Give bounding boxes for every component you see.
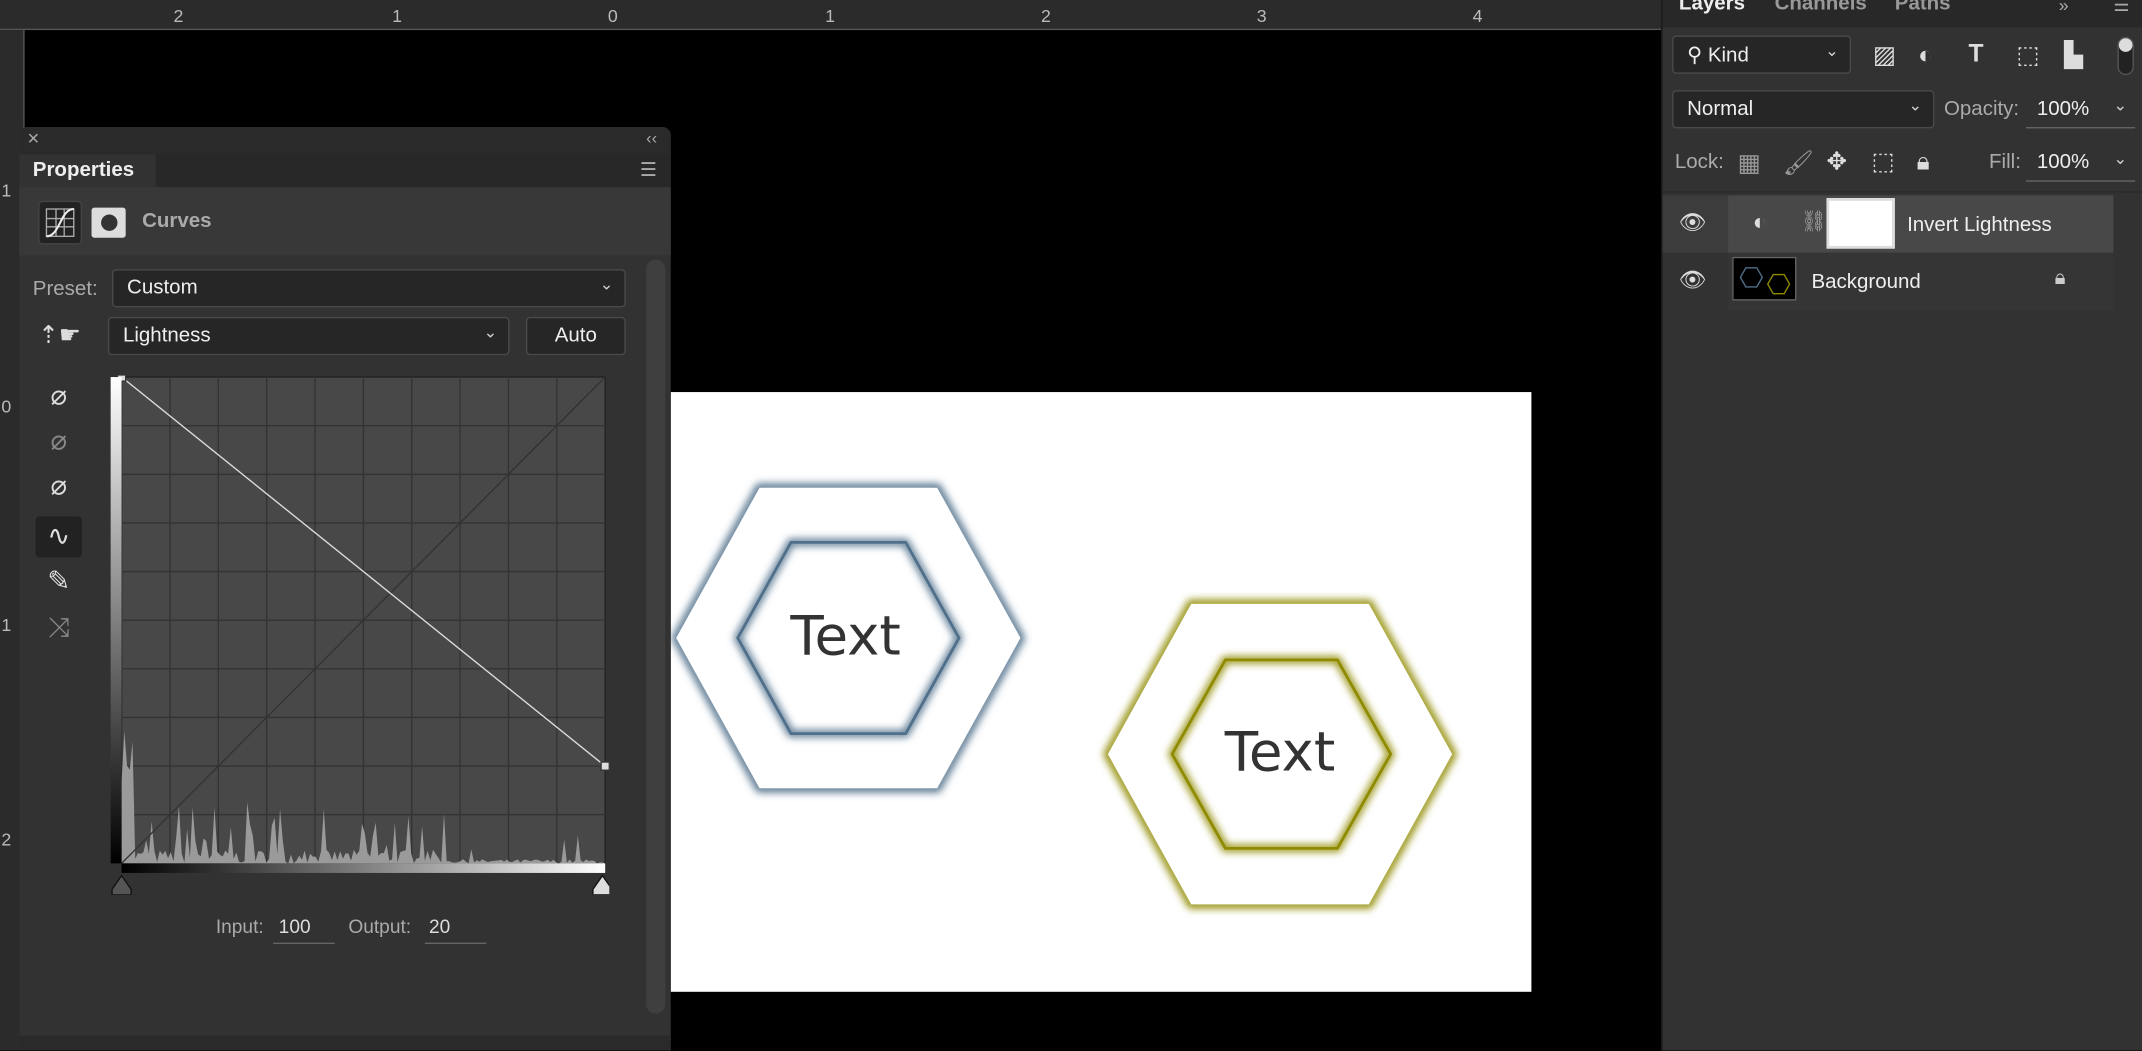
curves-graph[interactable]	[109, 375, 610, 895]
hexagon-blue: Text	[671, 483, 1026, 793]
expand-icon[interactable]: »	[2059, 0, 2069, 15]
properties-panel: × ‹‹ Properties ☰ Curves Preset: Custom ⌄…	[19, 127, 671, 1051]
tab-layers[interactable]: Layers	[1679, 0, 1745, 15]
chevron-down-icon: ⌄	[1908, 95, 1923, 115]
layer-thumbnail	[1732, 256, 1797, 301]
blend-mode-dropdown[interactable]: Normal ⌄	[1672, 90, 1935, 129]
ruler-label: 2	[173, 5, 184, 26]
filter-kind-dropdown[interactable]: ⚲ Kind ⌄	[1672, 35, 1852, 74]
shape-filter-icon[interactable]: ⬚	[2016, 41, 2039, 70]
output-field[interactable]: 20	[429, 915, 450, 937]
preset-label: Preset:	[32, 277, 98, 301]
adjustment-name: Curves	[142, 209, 212, 233]
ruler-label: 1	[1, 180, 12, 201]
eye-icon[interactable]: 👁︎	[1679, 209, 1707, 236]
fill-field[interactable]: 100%	[2037, 150, 2089, 173]
shape-text: Text	[789, 603, 900, 667]
lock-image-icon[interactable]: 🖌	[1783, 149, 1814, 178]
type-filter-icon[interactable]: T	[1969, 40, 1984, 69]
collapse-icon[interactable]: ‹‹	[646, 128, 657, 147]
link-icon[interactable]: ⛓	[1801, 209, 1827, 233]
ruler-top[interactable]: 2 1 0 1 2 3 4	[0, 0, 1662, 31]
adjustment-filter-icon[interactable]: ◐	[1918, 41, 1933, 70]
lock-icon[interactable]: 🔒︎	[2055, 266, 2066, 289]
input-label: Input:	[215, 915, 264, 938]
lock-label: Lock:	[1674, 150, 1724, 174]
smart-object-filter-icon[interactable]: ▙	[2064, 41, 2083, 70]
curve-control-point[interactable]	[600, 761, 610, 771]
ruler-label: 3	[1256, 5, 1267, 26]
panel-titlebar[interactable]: × ‹‹	[19, 127, 671, 155]
layer-name[interactable]: Invert Lightness	[1907, 213, 2052, 236]
adjustment-layer-icon: ◐	[1752, 209, 1767, 235]
ruler-label: 2	[1, 829, 12, 850]
ruler-label: 0	[607, 5, 618, 26]
gray-eyedropper-icon[interactable]: ⌀	[36, 421, 82, 462]
output-gradient	[110, 377, 122, 864]
ruler-label: 2	[1040, 5, 1051, 26]
chevron-down-icon[interactable]: ⌄	[2113, 149, 2127, 168]
close-icon[interactable]: ×	[27, 127, 39, 150]
chevron-down-icon: ⌄	[599, 274, 614, 294]
channel-value: Lightness	[122, 323, 211, 347]
lock-position-icon[interactable]: ✥	[1826, 148, 1847, 177]
chevron-down-icon: ⌄	[1825, 40, 1839, 61]
tab-paths[interactable]: Paths	[1895, 0, 1951, 15]
filter-toggle[interactable]	[2117, 36, 2134, 76]
layers-panel: Layers Channels Paths » ☰ ⚲ Kind ⌄ ▨ ◐ T …	[1661, 0, 2142, 1051]
ruler-label: 1	[392, 5, 402, 26]
output-label: Output:	[348, 915, 412, 938]
eye-icon[interactable]: 👁︎	[1679, 266, 1707, 293]
tab-properties[interactable]: Properties	[19, 154, 156, 188]
pencil-icon[interactable]: ✎	[36, 561, 82, 602]
input-gradient	[121, 863, 606, 873]
layer-row[interactable]: 👁︎ ◐ ⛓ Invert Lightness	[1662, 195, 2114, 253]
pixel-filter-icon[interactable]: ▨	[1873, 41, 1896, 70]
chevron-down-icon: ⌄	[483, 322, 498, 342]
scrollbar[interactable]	[646, 259, 666, 1014]
black-point-slider[interactable]	[111, 874, 132, 895]
ruler-label: 1	[825, 5, 836, 26]
blend-mode-value: Normal	[1687, 96, 1754, 121]
search-icon: ⚲	[1687, 43, 1708, 67]
lock-artboard-icon[interactable]: ⬚	[1872, 148, 1895, 177]
ruler-label: 4	[1472, 5, 1483, 26]
on-image-adjust-icon[interactable]: ⇡☛	[38, 321, 81, 350]
fill-label: Fill:	[1989, 150, 2021, 174]
curve-point-tool-icon[interactable]: ∿	[35, 516, 82, 558]
lock-all-icon[interactable]: 🔒︎	[1917, 148, 1930, 177]
filter-kind-value: Kind	[1707, 43, 1749, 67]
tab-channels[interactable]: Channels	[1775, 0, 1867, 15]
panel-footer	[19, 1035, 671, 1051]
panel-menu-icon[interactable]: ☰	[640, 158, 657, 181]
opacity-label: Opacity:	[1943, 96, 2020, 121]
opacity-field[interactable]: 100%	[2037, 97, 2089, 120]
curves-icon[interactable]	[38, 200, 82, 245]
chevron-down-icon[interactable]: ⌄	[2113, 96, 2127, 115]
ruler-label: 0	[1, 396, 12, 417]
black-eyedropper-icon[interactable]: ⌀	[36, 376, 82, 417]
preset-dropdown[interactable]: Custom ⌄	[112, 269, 626, 308]
document-canvas[interactable]: Text Text	[670, 392, 1532, 992]
mask-icon[interactable]	[91, 207, 126, 238]
input-field[interactable]: 100	[279, 915, 311, 937]
white-eyedropper-icon[interactable]: ⌀	[36, 466, 82, 507]
smooth-curve-icon[interactable]: ⤨	[36, 608, 82, 649]
ruler-label: 1	[1, 614, 12, 636]
white-point-slider[interactable]	[592, 874, 610, 895]
hexagon-yellow: Text	[1103, 599, 1457, 909]
layer-mask-thumbnail[interactable]	[1826, 198, 1895, 249]
auto-button[interactable]: Auto	[525, 316, 626, 356]
layer-name[interactable]: Background	[1811, 270, 1920, 293]
canvas-artwork: Text Text	[671, 483, 1457, 909]
preset-value: Custom	[127, 275, 198, 300]
shape-text: Text	[1224, 719, 1335, 783]
panel-menu-icon[interactable]: ☰	[2113, 0, 2129, 16]
channel-dropdown[interactable]: Lightness ⌄	[107, 316, 510, 356]
lock-transparent-icon[interactable]: ▦	[1738, 149, 1761, 178]
layer-row[interactable]: 👁︎ Background 🔒︎	[1663, 252, 2114, 311]
